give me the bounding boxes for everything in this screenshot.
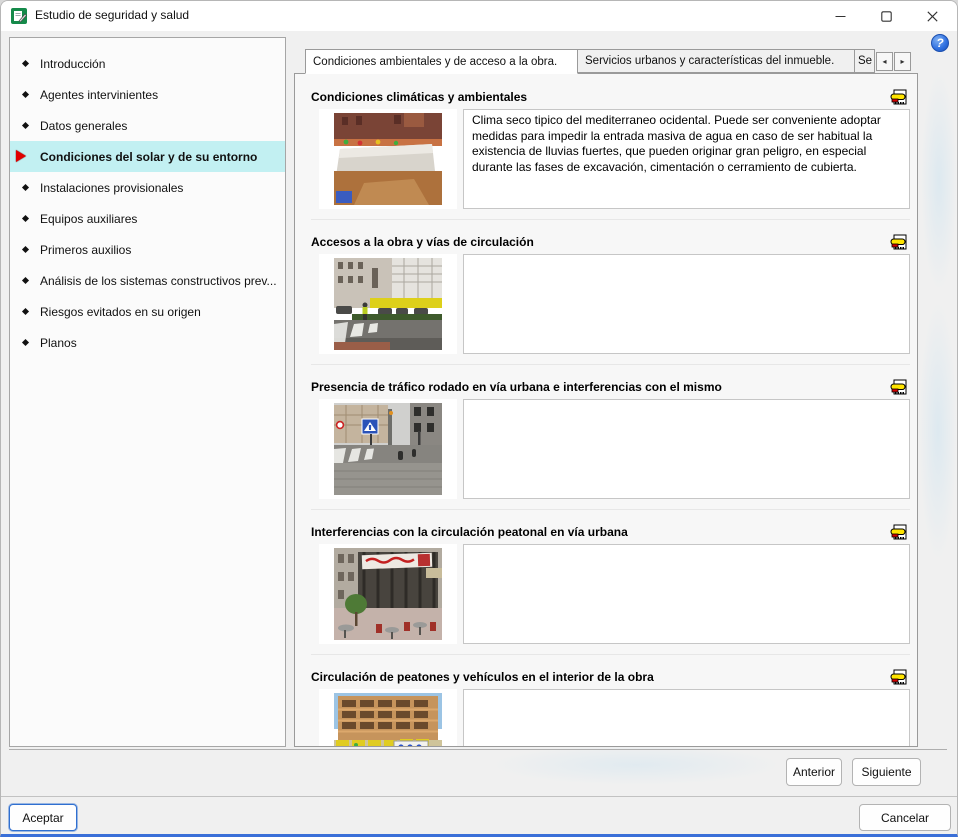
bullet-icon — [21, 121, 30, 130]
photo-excavation-tarp — [319, 109, 457, 209]
edit-text-marker-icon[interactable] — [888, 378, 910, 397]
photo-street-access — [319, 254, 457, 354]
section-condiciones-climaticas: Condiciones climáticas y ambientales Cli… — [311, 87, 910, 209]
sidebar-item-label: Instalaciones provisionales — [40, 180, 184, 195]
current-item-arrow-icon — [16, 150, 26, 162]
sidebar-item-label: Datos generales — [40, 118, 128, 133]
watermark-decoration — [921, 71, 957, 291]
sidebar-item-label: Análisis de los sistemas constructivos p… — [40, 273, 277, 288]
sidebar-item-label: Equipos auxiliares — [40, 211, 138, 226]
edit-text-marker-icon[interactable] — [888, 88, 910, 107]
cancelar-button[interactable]: Cancelar — [859, 804, 951, 831]
watermark-decoration — [919, 301, 957, 561]
section-title: Interferencias con la circulación peaton… — [311, 525, 628, 539]
watermark-decoration — [491, 745, 781, 785]
sidebar-item-label: Planos — [40, 335, 77, 350]
tab-content: Condiciones climáticas y ambientales Cli… — [294, 73, 918, 747]
section-text-input[interactable] — [463, 399, 910, 499]
bullet-icon — [21, 338, 30, 347]
sidebar-item-agentes[interactable]: Agentes intervinientes — [10, 79, 285, 110]
tab-bar: Condiciones ambientales y de acceso a la… — [294, 48, 918, 74]
section-text-input[interactable] — [463, 689, 910, 746]
section-accesos-obra: Accesos a la obra y vías de circulación — [311, 219, 910, 354]
section-title: Presencia de tráfico rodado en vía urban… — [311, 380, 722, 394]
sidebar-item-introduccion[interactable]: Introducción — [10, 48, 285, 79]
section-circulacion-interior: Circulación de peatones y vehículos en e… — [311, 654, 910, 746]
dialog-window: Estudio de seguridad y salud ? Introducc… — [0, 0, 958, 837]
tab-servicios-urbanos[interactable]: Servicios urbanos y características del … — [578, 49, 855, 73]
sidebar-item-label: Primeros auxilios — [40, 242, 132, 257]
photo-urban-street — [319, 399, 457, 499]
bullet-icon — [21, 214, 30, 223]
bullet-icon — [21, 245, 30, 254]
siguiente-button[interactable]: Siguiente — [852, 758, 921, 786]
edit-text-marker-icon[interactable] — [888, 233, 910, 252]
tab-scroll-right-icon[interactable]: ▸ — [894, 52, 911, 71]
sidebar-item-datos-generales[interactable]: Datos generales — [10, 110, 285, 141]
sidebar-item-condiciones-solar[interactable]: Condiciones del solar y de su entorno — [10, 141, 285, 172]
section-trafico-rodado: Presencia de tráfico rodado en vía urban… — [311, 364, 910, 499]
sidebar-item-riesgos[interactable]: Riesgos evitados en su origen — [10, 296, 285, 327]
main-panel: Condiciones ambientales y de acceso a la… — [294, 48, 918, 747]
edit-text-marker-icon[interactable] — [888, 668, 910, 687]
help-icon[interactable]: ? — [931, 34, 949, 52]
sidebar-item-planos[interactable]: Planos — [10, 327, 285, 358]
section-text-input[interactable]: Clima seco tipico del mediterraneo ocide… — [463, 109, 910, 209]
minimize-button[interactable] — [817, 1, 863, 31]
aceptar-button[interactable]: Aceptar — [9, 804, 77, 831]
tab-condiciones-ambientales[interactable]: Condiciones ambientales y de acceso a la… — [305, 49, 578, 74]
bullet-icon — [21, 59, 30, 68]
tab-scroll-left-icon[interactable]: ◂ — [876, 52, 893, 71]
maximize-button[interactable] — [863, 1, 909, 31]
edit-text-marker-icon[interactable] — [888, 523, 910, 542]
section-title: Condiciones climáticas y ambientales — [311, 90, 528, 104]
close-button[interactable] — [909, 1, 955, 31]
sidebar-item-label: Introducción — [40, 56, 106, 71]
sidebar-item-instalaciones[interactable]: Instalaciones provisionales — [10, 172, 285, 203]
sidebar-item-analisis-sistemas[interactable]: Análisis de los sistemas constructivos p… — [10, 265, 285, 296]
sidebar-item-primeros-auxilios[interactable]: Primeros auxilios — [10, 234, 285, 265]
separator-line — [9, 749, 947, 750]
bullet-icon — [21, 183, 30, 192]
section-interferencias-peatonal: Interferencias con la circulación peaton… — [311, 509, 910, 644]
section-title: Circulación de peatones y vehículos en e… — [311, 670, 654, 684]
window-title: Estudio de seguridad y salud — [35, 8, 190, 22]
sidebar-item-equipos[interactable]: Equipos auxiliares — [10, 203, 285, 234]
bullet-icon — [21, 90, 30, 99]
sidebar-item-label: Riesgos evitados en su origen — [40, 304, 201, 319]
bullet-icon — [21, 276, 30, 285]
anterior-button[interactable]: Anterior — [786, 758, 842, 786]
section-text-input[interactable] — [463, 544, 910, 644]
chapter-sidebar: Introducción Agentes intervinientes Dato… — [9, 37, 286, 747]
app-icon — [11, 8, 27, 24]
separator-line — [1, 796, 957, 797]
photo-site-interior — [319, 689, 457, 746]
section-title: Accesos a la obra y vías de circulación — [311, 235, 534, 249]
sidebar-item-label: Condiciones del solar y de su entorno — [40, 149, 258, 164]
bullet-icon — [21, 307, 30, 316]
section-text-input[interactable] — [463, 254, 910, 354]
sidebar-item-label: Agentes intervinientes — [40, 87, 159, 102]
tab-truncated[interactable]: Se — [855, 49, 875, 73]
titlebar: Estudio de seguridad y salud — [1, 1, 957, 31]
photo-scaffolding-cafe — [319, 544, 457, 644]
